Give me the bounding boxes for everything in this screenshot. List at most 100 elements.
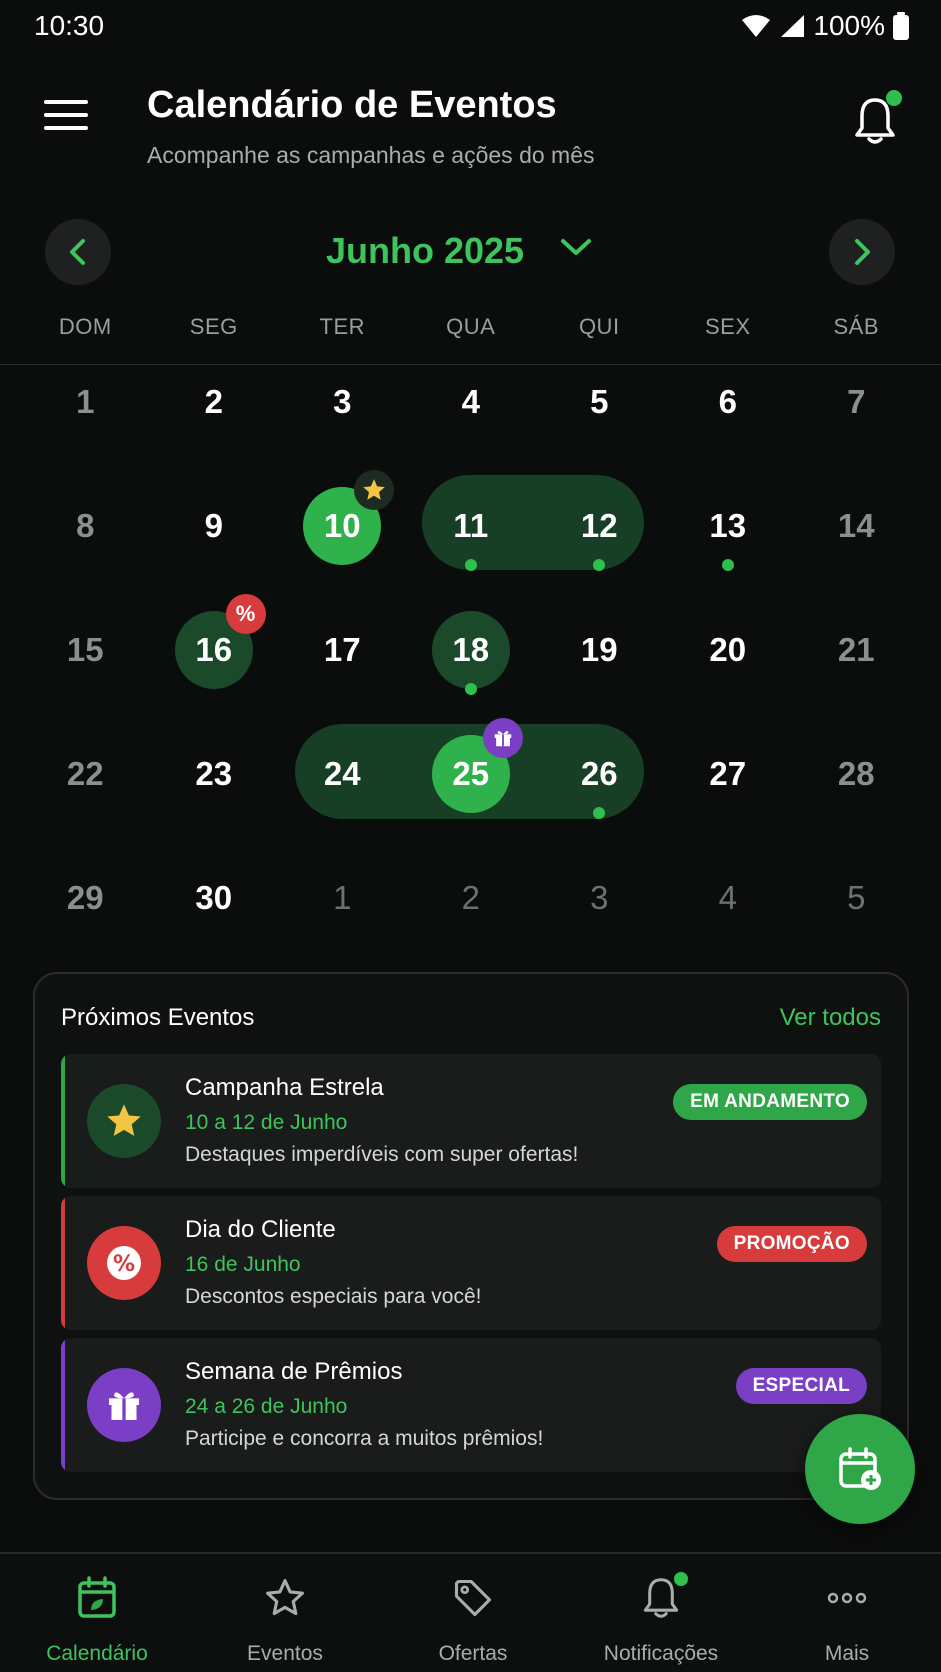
day-number: 18 bbox=[452, 631, 490, 668]
event-date: 10 a 12 de Junho bbox=[185, 1111, 348, 1134]
month-dropdown-button[interactable] bbox=[560, 236, 592, 263]
day-number: 23 bbox=[195, 755, 233, 792]
event-accent bbox=[61, 1196, 65, 1330]
calendar-day[interactable]: 3 bbox=[278, 340, 407, 464]
menu-line bbox=[44, 126, 88, 130]
page-title: Calendário de Eventos bbox=[147, 84, 557, 126]
calendar-day[interactable]: 19 bbox=[535, 588, 664, 712]
weekday-label: DOM bbox=[58, 314, 112, 339]
event-item[interactable]: Semana de Prêmios 24 a 26 de Junho Parti… bbox=[61, 1338, 881, 1472]
weekday-label: TER bbox=[319, 314, 365, 339]
chevron-right-icon bbox=[855, 239, 870, 265]
calendar-add-icon bbox=[839, 1447, 881, 1490]
day-number: 3 bbox=[590, 879, 609, 916]
weekday-label: SÁB bbox=[833, 314, 880, 339]
calendar-day-selected[interactable]: 10 bbox=[278, 464, 407, 588]
calendar-day[interactable]: 21 bbox=[792, 588, 921, 712]
day-number: 1 bbox=[333, 879, 352, 916]
day-number: 3 bbox=[333, 383, 352, 420]
signal-icon bbox=[781, 15, 805, 37]
calendar-day[interactable]: 26 bbox=[535, 712, 664, 836]
nav-item-calendar[interactable]: Calendário bbox=[3, 1554, 191, 1672]
notifications-button[interactable] bbox=[852, 90, 902, 146]
event-item[interactable]: % Dia do Cliente 16 de Junho Descontos e… bbox=[61, 1196, 881, 1330]
nav-item-notifications[interactable]: Notificações bbox=[567, 1554, 755, 1672]
calendar-day-other-month[interactable]: 5 bbox=[792, 836, 921, 960]
event-description: Descontos especiais para você! bbox=[185, 1285, 482, 1308]
add-event-button[interactable] bbox=[805, 1414, 915, 1524]
calendar-day[interactable]: 12 bbox=[535, 464, 664, 588]
nav-item-events[interactable]: Eventos bbox=[191, 1554, 379, 1672]
calendar-day[interactable]: 27 bbox=[664, 712, 793, 836]
day-number: 12 bbox=[580, 507, 618, 544]
month-label[interactable]: Junho 2025 bbox=[326, 230, 524, 272]
calendar-day-other-month[interactable]: 4 bbox=[664, 836, 793, 960]
calendar-day[interactable]: 17 bbox=[278, 588, 407, 712]
calendar-day[interactable]: 11 bbox=[407, 464, 536, 588]
calendar-day-other-month[interactable]: 2 bbox=[407, 836, 536, 960]
previous-month-button[interactable] bbox=[45, 219, 111, 285]
calendar-day[interactable]: 1 bbox=[21, 340, 150, 464]
day-number: 5 bbox=[847, 879, 866, 916]
day-number: 29 bbox=[66, 879, 104, 916]
calendar-day[interactable]: 20 bbox=[664, 588, 793, 712]
calendar-grid: 1 2 3 4 5 6 7 8 9 10 11 12 13 14 15 16 %… bbox=[21, 340, 921, 960]
day-number: 24 bbox=[323, 755, 361, 792]
calendar-day[interactable]: 8 bbox=[21, 464, 150, 588]
weekday-header: DOM SEG TER QUA QUI SEX SÁB bbox=[21, 314, 921, 340]
gift-icon bbox=[494, 731, 511, 747]
chevron-down-icon bbox=[561, 239, 591, 255]
calendar-day[interactable]: 25 bbox=[407, 712, 536, 836]
calendar-day[interactable]: 5 bbox=[535, 340, 664, 464]
calendar-day[interactable]: 14 bbox=[792, 464, 921, 588]
see-all-link[interactable]: Ver todos bbox=[780, 1004, 881, 1032]
event-item[interactable]: Campanha Estrela 10 a 12 de Junho Destaq… bbox=[61, 1054, 881, 1188]
calendar-day-other-month[interactable]: 3 bbox=[535, 836, 664, 960]
day-number: 5 bbox=[590, 383, 609, 420]
nav-item-offers[interactable]: Ofertas bbox=[379, 1554, 567, 1672]
calendar-day[interactable]: 30 bbox=[150, 836, 279, 960]
calendar-day[interactable]: 24 bbox=[278, 712, 407, 836]
day-number: 14 bbox=[837, 507, 875, 544]
svg-text:%: % bbox=[113, 1252, 135, 1277]
star-outline-icon bbox=[266, 1579, 304, 1616]
status-badge: EM ANDAMENTO bbox=[673, 1084, 867, 1120]
calendar-day[interactable]: 7 bbox=[792, 340, 921, 464]
nav-item-more[interactable]: Mais bbox=[753, 1554, 941, 1672]
calendar-day[interactable]: 6 bbox=[664, 340, 793, 464]
next-month-button[interactable] bbox=[829, 219, 895, 285]
calendar-day[interactable]: 9 bbox=[150, 464, 279, 588]
calendar-day[interactable]: 28 bbox=[792, 712, 921, 836]
calendar-day[interactable]: 23 bbox=[150, 712, 279, 836]
weekday-label: QUI bbox=[578, 314, 620, 339]
calendar-day[interactable]: 15 bbox=[21, 588, 150, 712]
calendar-day[interactable]: 22 bbox=[21, 712, 150, 836]
percent-icon: % bbox=[107, 1246, 141, 1280]
percent-badge: % bbox=[225, 594, 266, 634]
notification-dot bbox=[674, 1572, 688, 1586]
calendar-day-other-month[interactable]: 1 bbox=[278, 836, 407, 960]
calendar-day[interactable]: 13 bbox=[664, 464, 793, 588]
day-number: 8 bbox=[76, 507, 95, 544]
day-number: 25 bbox=[452, 755, 490, 792]
calendar-day[interactable]: 18 bbox=[407, 588, 536, 712]
event-description: Participe e concorra a muitos prêmios! bbox=[185, 1427, 544, 1450]
event-icon-circle bbox=[87, 1084, 161, 1158]
menu-button[interactable] bbox=[44, 100, 88, 136]
calendar-day[interactable]: 2 bbox=[150, 340, 279, 464]
day-number: 20 bbox=[709, 631, 747, 668]
day-number: 2 bbox=[461, 879, 480, 916]
calendar-day[interactable]: 29 bbox=[21, 836, 150, 960]
weekday-label: QUA bbox=[446, 314, 496, 339]
day-number: 4 bbox=[718, 879, 737, 916]
star-icon bbox=[363, 479, 385, 500]
calendar-day[interactable]: 16 % bbox=[150, 588, 279, 712]
event-icon-circle bbox=[87, 1368, 161, 1442]
calendar-day[interactable]: 4 bbox=[407, 340, 536, 464]
nav-label: Eventos bbox=[247, 1642, 323, 1665]
gift-badge bbox=[482, 718, 523, 758]
event-description: Destaques imperdíveis com super ofertas! bbox=[185, 1143, 579, 1166]
event-dot bbox=[593, 807, 606, 819]
day-number: 16 bbox=[195, 631, 233, 668]
day-number: 26 bbox=[580, 755, 618, 792]
